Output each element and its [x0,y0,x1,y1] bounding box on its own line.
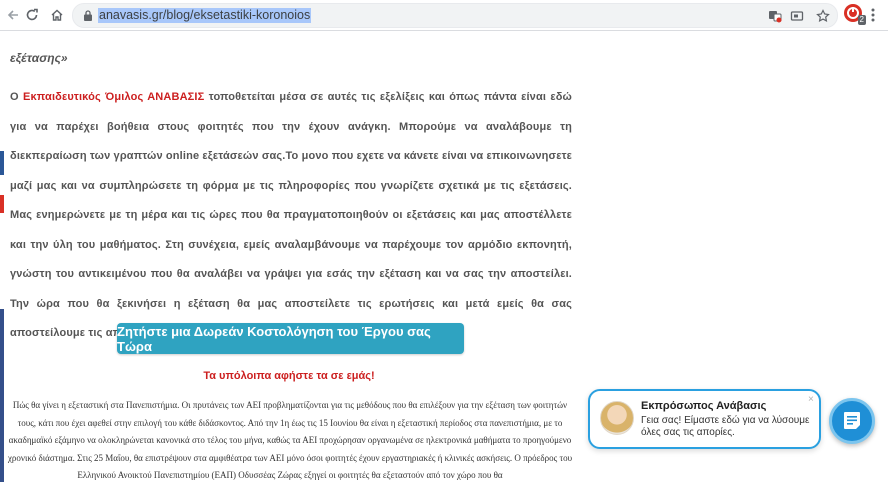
side-share-bar[interactable] [0,309,4,482]
brand-name: Εκπαιδευτικός Όμιλος ΑΝΑΒΑΣΙΣ [23,91,205,103]
chat-message: Γεια σας! Είμαστε εδώ για να λύσουμε όλε… [641,415,810,438]
reload-icon[interactable] [23,6,41,24]
chat-launcher-button[interactable] [829,398,875,444]
paragraph-prefix: Ο [10,91,24,103]
back-arrow-icon[interactable] [4,6,22,24]
browser-menu-icon[interactable] [870,7,876,23]
lock-icon[interactable] [82,9,94,22]
extension-icon[interactable]: 2 [844,4,866,25]
chat-popup[interactable]: Εκπρόσωπος Ανάβασις Γεια σας! Είμαστε εδ… [588,389,821,449]
chat-agent-name: Εκπρόσωπος Ανάβασις [641,400,767,412]
cast-icon[interactable] [789,8,805,24]
intro-fragment: εξέτασης» [10,51,68,65]
translate-icon[interactable] [767,8,783,24]
url-text[interactable]: anavasis.gr/blog/eksetastiki-koronoios [98,8,312,23]
chat-icon [842,410,862,432]
home-icon[interactable] [48,6,66,24]
side-share-bar[interactable] [0,151,4,175]
browser-toolbar: anavasis.gr/blog/eksetastiki-koronoios 2 [0,0,888,31]
bookmark-star-icon[interactable] [815,8,831,24]
close-icon[interactable]: × [808,394,814,405]
cta-subtext: Τα υπόλοιπα αφήστε τα σε εμάς! [203,370,375,382]
news-paragraph: Πώς θα γίνει η εξεταστική στα Πανεπιστήμ… [7,400,573,480]
extension-count-badge: 2 [857,15,866,25]
address-bar[interactable]: anavasis.gr/blog/eksetastiki-koronoios [72,3,838,28]
avatar [600,401,634,435]
side-share-bar[interactable] [0,195,4,213]
page-content: εξέτασης» Ο Εκπαιδευτικός Όμιλος ΑΝΑΒΑΣΙ… [0,31,888,482]
article-paragraph: Ο Εκπαιδευτικός Όμιλος ΑΝΑΒΑΣΙΣ τοποθετε… [10,83,572,349]
paragraph-body: τοποθετείται μέσα σε αυτές τις εξελίξεις… [10,91,573,339]
free-quote-button[interactable]: Ζητήστε μια Δωρεάν Κοστολόγηση του Έργου… [117,323,464,354]
